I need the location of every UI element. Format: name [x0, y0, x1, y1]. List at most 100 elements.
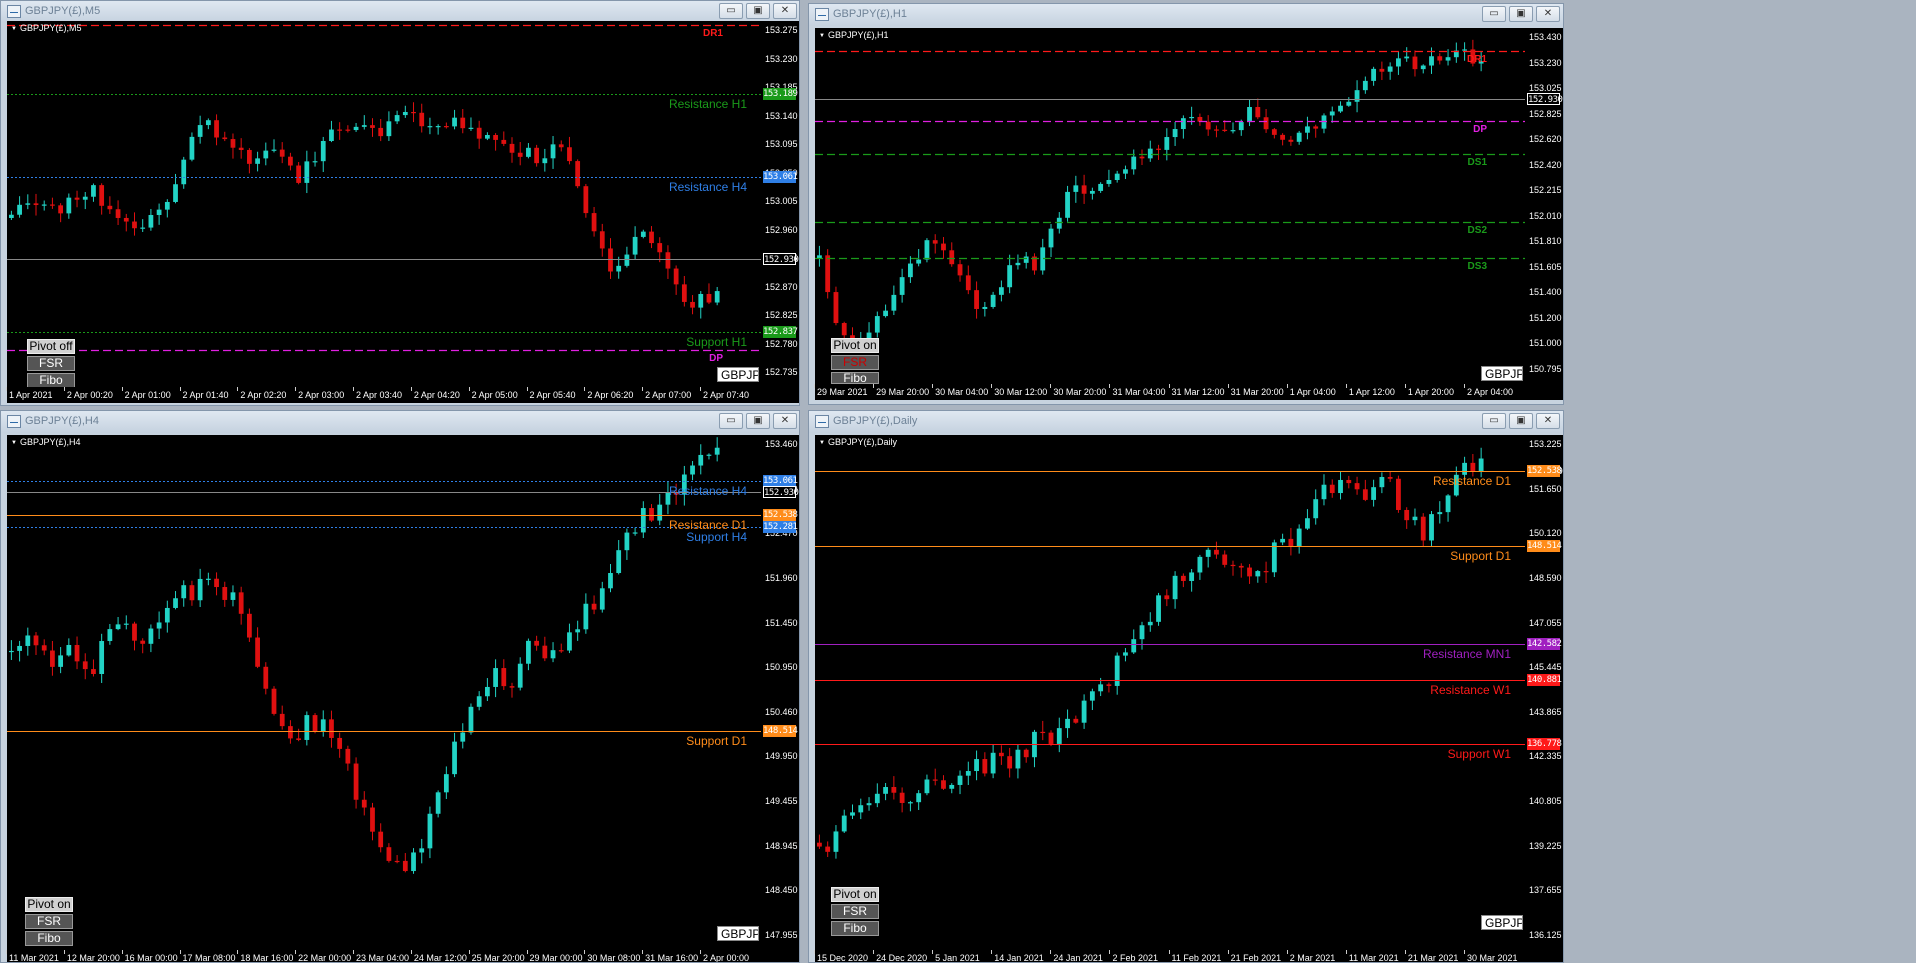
fibo-button[interactable]: Fibo	[25, 931, 73, 946]
candle-bull	[1015, 749, 1021, 769]
candle-bear	[58, 205, 64, 214]
candle-bear	[665, 252, 671, 269]
time-tick: 29 Mar 2021	[814, 384, 868, 397]
candle-bear	[1247, 567, 1252, 577]
time-tick: 11 Mar 2021	[6, 950, 59, 963]
fibo-button[interactable]: Fibo	[831, 372, 879, 384]
price-axis[interactable]: 136.125 137.655 139.225 140.805 142.335 143.8…	[1525, 435, 1563, 950]
minimize-button[interactable]: ▭	[1482, 6, 1506, 22]
price-tick: 153.230	[1529, 57, 1562, 68]
candle-bear	[1387, 477, 1393, 479]
fibo-button[interactable]: Fibo	[27, 373, 75, 388]
price-tick: 153.025	[1529, 83, 1562, 94]
candle-bull	[17, 204, 22, 215]
candle-bull	[706, 454, 712, 456]
close-button[interactable]: ✕	[1536, 6, 1560, 22]
candle-bear	[558, 650, 564, 652]
fsr-button[interactable]: FSR	[25, 914, 73, 929]
candle-bear	[378, 127, 384, 137]
candle-bull	[460, 732, 466, 742]
candle-bear	[1073, 718, 1079, 723]
candle-bull	[907, 263, 913, 278]
price-tick: 152.010	[1529, 210, 1562, 221]
candle-bear	[140, 640, 146, 644]
chart-window-h1[interactable]: GBPJPY(£),H1 ▭ ▣ ✕ GBPJPY(£),H1 DR1 DP DS1…	[808, 3, 1564, 405]
chart-area[interactable]: GBPJPY(£),H4 Resistance H4Resistance D1S…	[7, 435, 761, 950]
chart-area[interactable]: GBPJPY(£),Daily Resistance D1 Support D1 R…	[815, 435, 1525, 950]
time-tick: 17 Mar 08:00	[179, 950, 236, 963]
candle-bull	[1338, 479, 1343, 494]
price-axis[interactable]: 150.795 151.000 151.200 151.400 151.605 151.8…	[1525, 28, 1563, 384]
price-tick: 153.140	[765, 110, 798, 121]
candle-bear	[1106, 684, 1112, 686]
close-button[interactable]: ✕	[773, 3, 797, 19]
candle-bear	[649, 508, 654, 521]
maximize-button[interactable]: ▣	[746, 413, 770, 429]
candle-bull	[25, 635, 31, 646]
pivot-toggle-button[interactable]: Pivot off	[27, 339, 75, 354]
pivot-toggle-button[interactable]: Pivot on	[831, 338, 879, 353]
close-button[interactable]: ✕	[773, 413, 797, 429]
price-axis[interactable]: 147.955 148.450 148.945 149.455 149.950 150.4…	[761, 435, 799, 950]
candle-bear	[1164, 595, 1170, 600]
candle-bear	[841, 323, 847, 336]
level-label: Support H4	[686, 530, 747, 544]
time-tick: 30 Mar 2021	[1464, 950, 1518, 963]
chart-window-daily[interactable]: GBPJPY(£),Daily ▭ ▣ ✕ GBPJPY(£),Daily Re…	[808, 410, 1564, 963]
candle-bear	[394, 860, 400, 863]
candle-bull	[123, 623, 129, 625]
time-tick: 21 Feb 2021	[1227, 950, 1282, 963]
candle-bull	[1445, 57, 1451, 61]
title-bar[interactable]: GBPJPY(£),H4 ▭ ▣ ✕	[1, 411, 799, 433]
minimize-button[interactable]: ▭	[1482, 413, 1506, 429]
chart-area[interactable]: GBPJPY(£),H1 DR1 DP DS1 DS2 DS3 Pivot on FSR…	[815, 28, 1525, 384]
candle-bear	[534, 640, 540, 646]
fsr-button[interactable]: FSR	[831, 904, 879, 919]
chart-window-m5[interactable]: GBPJPY(£),M5 ▭ ▣ ✕ GBPJPY(£),M5 DR1 Resis…	[0, 0, 800, 406]
fsr-button[interactable]: FSR	[831, 355, 879, 370]
time-axis[interactable]: 15 Dec 2020 24 Dec 2020 5 Jan 2021 14 Jan 2…	[813, 950, 1563, 963]
candle-bull	[255, 158, 260, 164]
title-bar[interactable]: GBPJPY(£),H1 ▭ ▣ ✕	[809, 4, 1563, 26]
candle-bull	[1371, 68, 1377, 81]
time-axis[interactable]: 29 Mar 2021 29 Mar 20:00 30 Mar 04:00 30 Ma…	[814, 384, 1563, 400]
candle-bear	[222, 137, 228, 140]
time-tick: 24 Jan 2021	[1050, 950, 1103, 963]
time-tick: 2 Apr 07:40	[699, 387, 750, 400]
pivot-toggle-button[interactable]: Pivot on	[831, 887, 879, 902]
candle-bull	[616, 550, 622, 574]
minimize-button[interactable]: ▭	[719, 3, 743, 19]
candle-bull	[304, 715, 310, 740]
candle-bull	[998, 287, 1004, 295]
fsr-button[interactable]: FSR	[27, 356, 75, 371]
price-tick: 152.620	[1529, 134, 1562, 145]
chart-area[interactable]: GBPJPY(£),M5 DR1 Resistance H1 Resistance …	[7, 21, 761, 388]
minimize-button[interactable]: ▭	[719, 413, 743, 429]
price-tick: 143.865	[1529, 706, 1562, 717]
candle-bull	[312, 161, 318, 163]
candle-bull	[982, 306, 988, 309]
price-tag: 140.881	[1527, 674, 1562, 686]
candle-bear	[99, 185, 105, 206]
time-axis[interactable]: 1 Apr 2021 2 Apr 00:20 2 Apr 01:00 2 Apr 01…	[6, 387, 799, 403]
close-button[interactable]: ✕	[1536, 413, 1560, 429]
title-bar[interactable]: GBPJPY(£),M5 ▭ ▣ ✕	[1, 1, 799, 23]
title-bar[interactable]: GBPJPY(£),Daily ▭ ▣ ✕	[809, 411, 1563, 433]
price-axis[interactable]: 152.735152.780152.825152.870152.915152.9…	[761, 21, 799, 387]
candle-bear	[41, 645, 47, 651]
maximize-button[interactable]: ▣	[1509, 6, 1533, 22]
level-label: DP	[1473, 124, 1487, 135]
time-axis[interactable]: 11 Mar 2021 12 Mar 20:00 16 Mar 00:00 17 Ma…	[6, 950, 799, 963]
level-label: Resistance MN1	[1422, 647, 1511, 661]
chart-window-h4[interactable]: GBPJPY(£),H4 ▭ ▣ ✕ GBPJPY(£),H4 Resistan…	[0, 410, 800, 963]
candle-bull	[874, 793, 880, 804]
maximize-button[interactable]: ▣	[1509, 413, 1533, 429]
candle-bull	[9, 650, 14, 653]
pivot-toggle-button[interactable]: Pivot on	[25, 897, 73, 912]
candle-bear	[238, 592, 244, 614]
price-tick: 152.870	[765, 281, 798, 292]
window-title: GBPJPY(£),M5	[25, 5, 101, 17]
candle-bear	[353, 763, 359, 800]
fibo-button[interactable]: Fibo	[831, 921, 879, 936]
maximize-button[interactable]: ▣	[746, 3, 770, 19]
